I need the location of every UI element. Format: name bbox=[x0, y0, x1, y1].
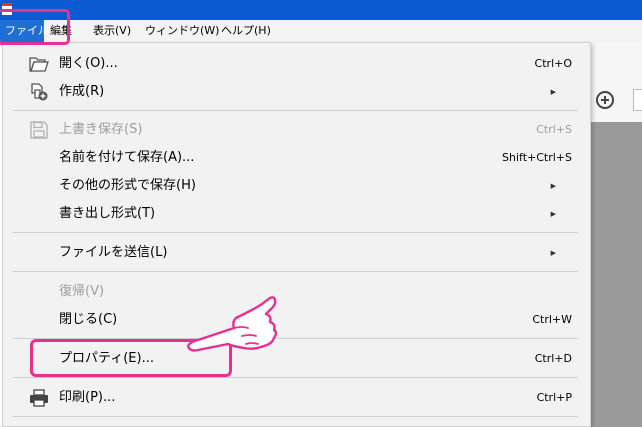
save-as-label: 名前を付けて保存(A)... bbox=[59, 150, 195, 165]
submenu-arrow-icon: ▶ bbox=[550, 210, 556, 218]
menu-view[interactable]: 表示(V) bbox=[93, 20, 131, 42]
folder-open-icon bbox=[29, 57, 49, 72]
file-menu-highlight bbox=[0, 9, 70, 45]
menu-item-export[interactable]: 書き出し形式(T) ▶ bbox=[3, 201, 590, 227]
menu-separator bbox=[13, 232, 578, 233]
menu-item-save-other[interactable]: その他の形式で保存(H) ▶ bbox=[3, 173, 590, 199]
create-document-icon bbox=[31, 83, 48, 101]
menu-separator bbox=[13, 271, 578, 272]
printer-icon bbox=[30, 389, 48, 407]
menu-separator bbox=[13, 110, 578, 111]
save-as-shortcut: Shift+Ctrl+S bbox=[502, 151, 572, 164]
menu-window[interactable]: ウィンドウ(W) bbox=[145, 20, 219, 42]
save-other-label: その他の形式で保存(H) bbox=[59, 178, 196, 193]
open-shortcut: Ctrl+O bbox=[534, 57, 572, 70]
send-file-label: ファイルを送信(L) bbox=[59, 245, 168, 260]
menu-help[interactable]: ヘルプ(H) bbox=[221, 20, 271, 42]
submenu-arrow-icon: ▶ bbox=[550, 249, 556, 257]
close-shortcut: Ctrl+W bbox=[532, 313, 572, 326]
revert-label: 復帰(V) bbox=[59, 284, 105, 299]
menu-item-create[interactable]: 作成(R) ▶ bbox=[3, 79, 590, 105]
menu-bar: ファイル 編集 表示(V) ウィンドウ(W) ヘルプ(H) bbox=[0, 20, 642, 43]
menu-separator bbox=[13, 377, 578, 378]
menu-item-revert: 復帰(V) bbox=[3, 279, 590, 305]
create-label: 作成(R) bbox=[59, 84, 105, 99]
menu-item-send-file[interactable]: ファイルを送信(L) ▶ bbox=[3, 240, 590, 266]
save-disk-icon bbox=[30, 121, 48, 139]
zoom-in-icon[interactable] bbox=[596, 91, 614, 109]
menu-item-save: 上書き保存(S) Ctrl+S bbox=[3, 117, 590, 143]
save-shortcut: Ctrl+S bbox=[536, 123, 572, 136]
menu-item-close[interactable]: 閉じる(C) Ctrl+W bbox=[3, 307, 590, 333]
submenu-arrow-icon: ▶ bbox=[550, 182, 556, 190]
menu-item-open[interactable]: 開く(O)... Ctrl+O bbox=[3, 51, 590, 77]
save-label: 上書き保存(S) bbox=[59, 122, 143, 137]
pointing-hand-icon bbox=[186, 296, 278, 352]
zoom-field[interactable] bbox=[633, 89, 642, 111]
title-bar bbox=[0, 0, 642, 20]
print-label: 印刷(P)... bbox=[59, 390, 116, 405]
close-label: 閉じる(C) bbox=[59, 312, 118, 327]
export-label: 書き出し形式(T) bbox=[59, 206, 156, 221]
menu-item-print[interactable]: 印刷(P)... Ctrl+P bbox=[3, 385, 590, 411]
submenu-arrow-icon: ▶ bbox=[550, 88, 556, 96]
open-label: 開く(O)... bbox=[59, 56, 118, 71]
menu-separator bbox=[13, 416, 578, 417]
properties-shortcut: Ctrl+D bbox=[534, 352, 572, 365]
print-shortcut: Ctrl+P bbox=[536, 391, 572, 404]
menu-item-save-as[interactable]: 名前を付けて保存(A)... Shift+Ctrl+S bbox=[3, 145, 590, 171]
